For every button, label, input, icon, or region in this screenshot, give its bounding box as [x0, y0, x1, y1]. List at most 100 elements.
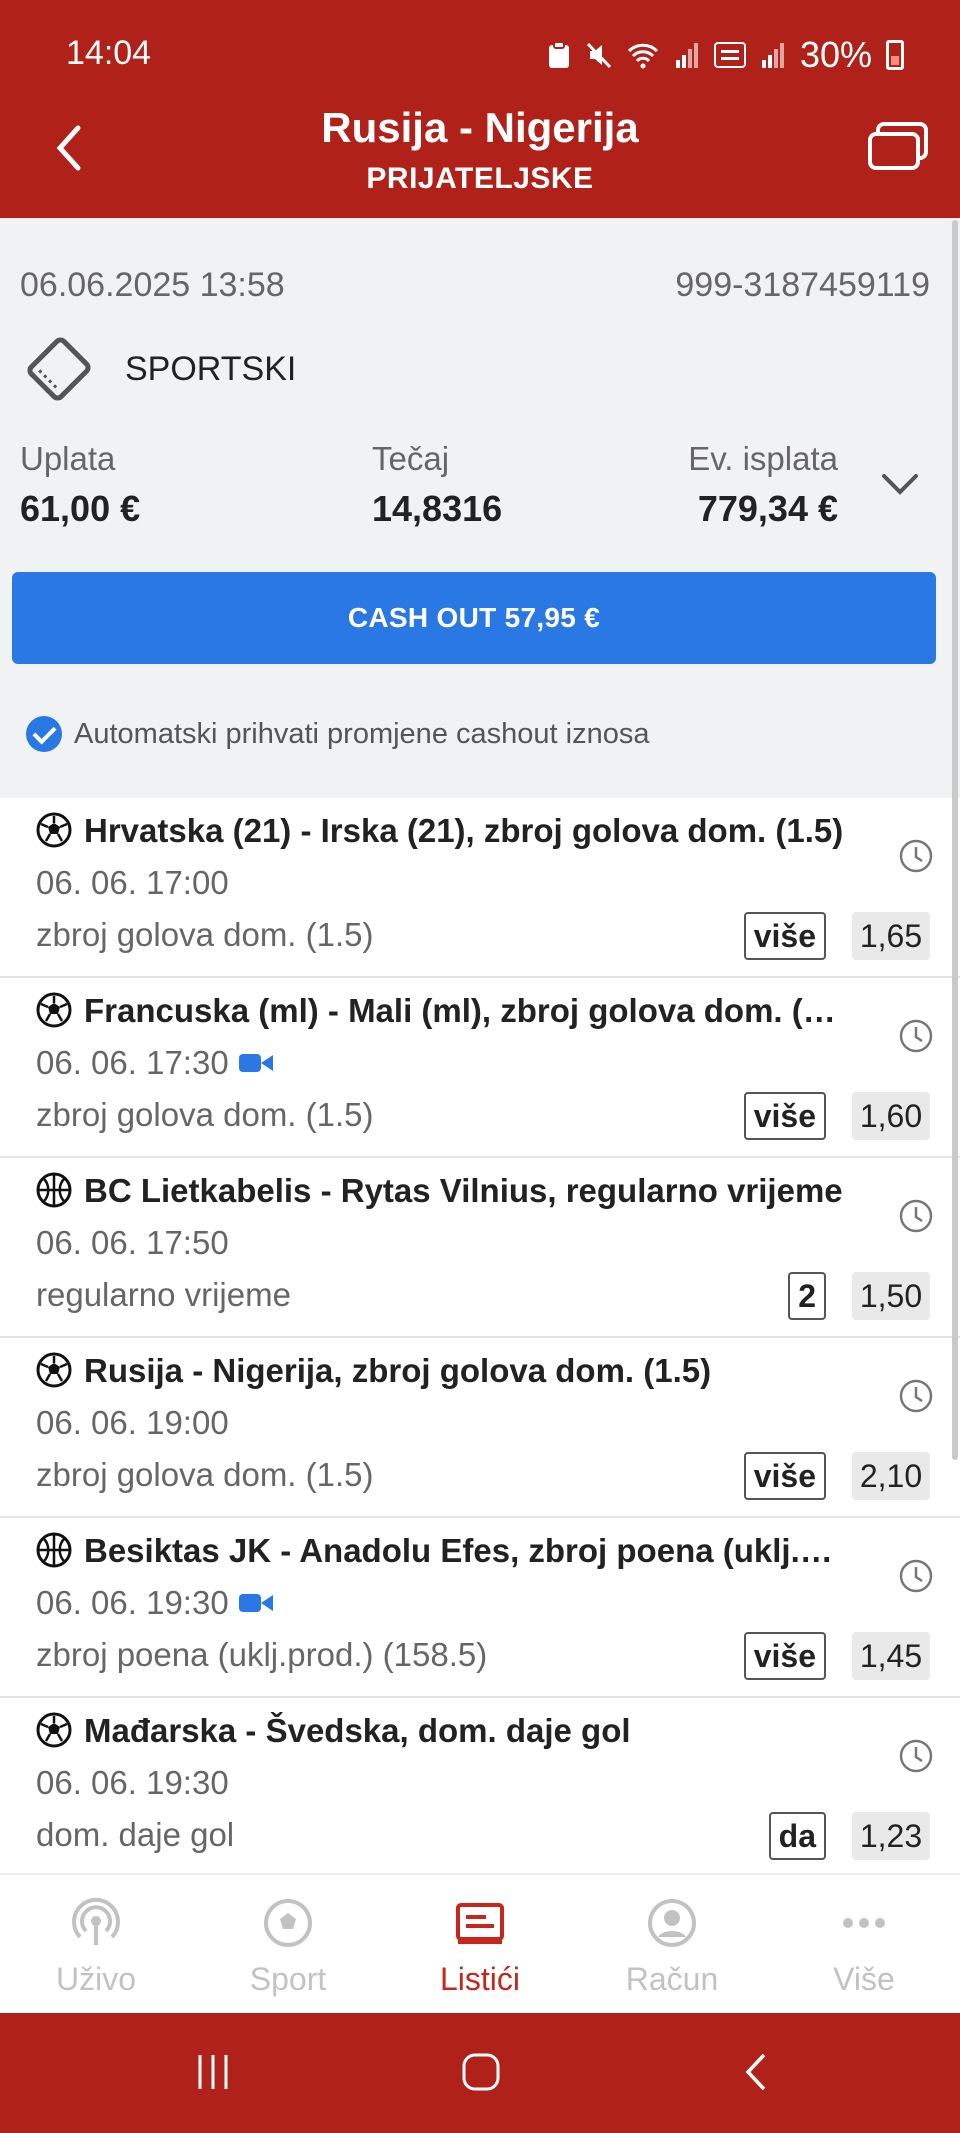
bet-title: Rusija - Nigerija, zbroj golova dom. (1.… [84, 1352, 712, 1389]
clock-icon [898, 838, 934, 874]
bet-pick: više [743, 1632, 826, 1680]
mute-icon [586, 42, 612, 69]
bet-title: Francuska (ml) - Mali (ml), zbroj golova… [84, 992, 844, 1029]
bet-time: 06. 06. 17:30 [36, 1044, 273, 1082]
ticket-list-icon [454, 1897, 506, 1961]
bet-row[interactable]: Francuska (ml) - Mali (ml), zbroj golova… [0, 978, 960, 1158]
status-icons: 30% [546, 34, 904, 76]
bet-time: 06. 06. 19:00 [36, 1404, 229, 1442]
bet-list: Hrvatska (21) - Irska (21), zbroj golova… [0, 798, 960, 1873]
bet-odd: 1,60 [852, 1092, 930, 1140]
bet-market: regularno vrijeme [36, 1276, 291, 1313]
uplata-value: 61,00 € [20, 488, 141, 529]
bet-title: Mađarska - Švedska, dom. daje gol [84, 1712, 631, 1749]
ticket-type: SPORTSKI [125, 350, 297, 388]
recents-icon[interactable] [192, 2051, 234, 2093]
system-nav-bar [0, 2013, 960, 2133]
bet-odd: 1,50 [852, 1272, 930, 1320]
cashout-button[interactable]: CASH OUT 57,95 € [12, 572, 936, 664]
clock-icon [898, 1378, 934, 1414]
bet-row[interactable]: Besiktas JK - Anadolu Efes, zbroj poena … [0, 1518, 960, 1698]
bet-time-text: 06. 06. 19:30 [36, 1584, 229, 1621]
bet-pick: više [743, 1452, 826, 1500]
live-icon [70, 1897, 122, 1961]
clock-icon [898, 1558, 934, 1594]
bet-market: zbroj poena (uklj.prod.) (158.5) [36, 1636, 488, 1673]
bet-title: Hrvatska (21) - Irska (21), zbroj golova… [84, 812, 844, 849]
bet-time: 06. 06. 17:00 [36, 864, 229, 902]
bet-market: dom. daje gol [36, 1816, 235, 1853]
clock-icon [898, 1738, 934, 1774]
bet-row[interactable]: Rusija - Nigerija, zbroj golova dom. (1.… [0, 1338, 960, 1518]
nav-item-1[interactable]: Sport [192, 1875, 384, 2013]
bet-pick: da [768, 1812, 826, 1860]
football-icon [36, 992, 72, 1028]
checkbox-checked-icon[interactable] [26, 716, 62, 752]
bet-pick: više [743, 912, 826, 960]
signal-icon [675, 43, 698, 68]
bet-time-text: 06. 06. 17:00 [36, 864, 229, 901]
status-bar: 14:04 30% [0, 0, 960, 108]
ticket-id: 999-3187459119 [675, 266, 930, 304]
tecaj-label: Tečaj [372, 440, 450, 477]
status-time: 14:04 [66, 34, 152, 72]
battery-percent: 30% [799, 34, 872, 75]
bet-time: 06. 06. 17:50 [36, 1224, 229, 1262]
nav-item-3[interactable]: Račun [576, 1875, 768, 2013]
ticket-icon [27, 337, 91, 401]
nav-label: Uživo [55, 1961, 136, 1997]
football-icon [36, 1352, 72, 1388]
auto-accept-label: Automatski prihvati promjene cashout izn… [74, 717, 650, 750]
nav-label: Sport [249, 1961, 327, 1997]
bet-odd: 1,65 [852, 912, 930, 960]
multi-window-icon[interactable] [866, 120, 930, 172]
bet-market: zbroj golova dom. (1.5) [36, 916, 374, 953]
uplata-label: Uplata [20, 440, 116, 477]
bet-title: BC Lietkabelis - Rytas Vilnius, regularn… [84, 1172, 843, 1209]
bet-odd: 1,23 [852, 1812, 930, 1860]
nav-label: Listići [439, 1961, 520, 1997]
video-icon [238, 1054, 273, 1072]
bet-row[interactable]: Hrvatska (21) - Irska (21), zbroj golova… [0, 798, 960, 978]
home-icon[interactable] [460, 2051, 502, 2093]
bet-row[interactable]: BC Lietkabelis - Rytas Vilnius, regularn… [0, 1158, 960, 1338]
ticket-datetime: 06.06.2025 13:58 [20, 266, 285, 304]
bet-odd: 2,10 [852, 1452, 930, 1500]
volte-icon [713, 42, 746, 68]
isplata-label: Ev. isplata [688, 440, 838, 477]
auto-accept-row[interactable]: Automatski prihvati promjene cashout izn… [26, 716, 649, 752]
nav-item-0[interactable]: Uživo [0, 1875, 192, 2013]
back-nav-icon[interactable] [736, 2051, 778, 2093]
bet-time: 06. 06. 19:30 [36, 1764, 229, 1802]
more-dots-icon [838, 1897, 890, 1961]
bet-pick: više [743, 1092, 826, 1140]
clock-icon [898, 1018, 934, 1054]
bet-row[interactable]: Mađarska - Švedska, dom. daje gol 06. 06.… [0, 1698, 960, 1873]
video-icon [238, 1594, 273, 1612]
bet-time-text: 06. 06. 17:30 [36, 1044, 229, 1081]
nav-item-4[interactable]: Više [768, 1875, 960, 2013]
football-icon [262, 1897, 314, 1961]
chevron-down-icon[interactable] [880, 468, 920, 498]
bet-time-text: 06. 06. 19:00 [36, 1404, 229, 1441]
scrollbar[interactable] [952, 220, 958, 1460]
nav-label: Više [833, 1961, 895, 1997]
battery-icon [886, 40, 904, 70]
top-bar: 14:04 30% Rusija - Nigerija PRIJATELJSKE [0, 0, 960, 218]
football-icon [36, 812, 72, 848]
bet-title: Besiktas JK - Anadolu Efes, zbroj poena … [84, 1532, 844, 1569]
bottom-nav: Uživo Sport Listići Račun Više [0, 1873, 960, 2013]
bet-odd: 1,45 [852, 1632, 930, 1680]
bet-time-text: 06. 06. 19:30 [36, 1764, 229, 1801]
signal-icon-2 [761, 43, 784, 68]
basketball-icon [36, 1532, 72, 1568]
bet-time-text: 06. 06. 17:50 [36, 1224, 229, 1261]
account-icon [646, 1897, 698, 1961]
page-title: Rusija - Nigerija [321, 104, 639, 151]
basketball-icon [36, 1172, 72, 1208]
nav-item-2[interactable]: Listići [384, 1875, 576, 2013]
nav-label: Račun [625, 1961, 719, 1997]
clock-icon [898, 1198, 934, 1234]
page-subtitle: PRIJATELJSKE [366, 162, 594, 195]
football-icon [36, 1712, 72, 1748]
